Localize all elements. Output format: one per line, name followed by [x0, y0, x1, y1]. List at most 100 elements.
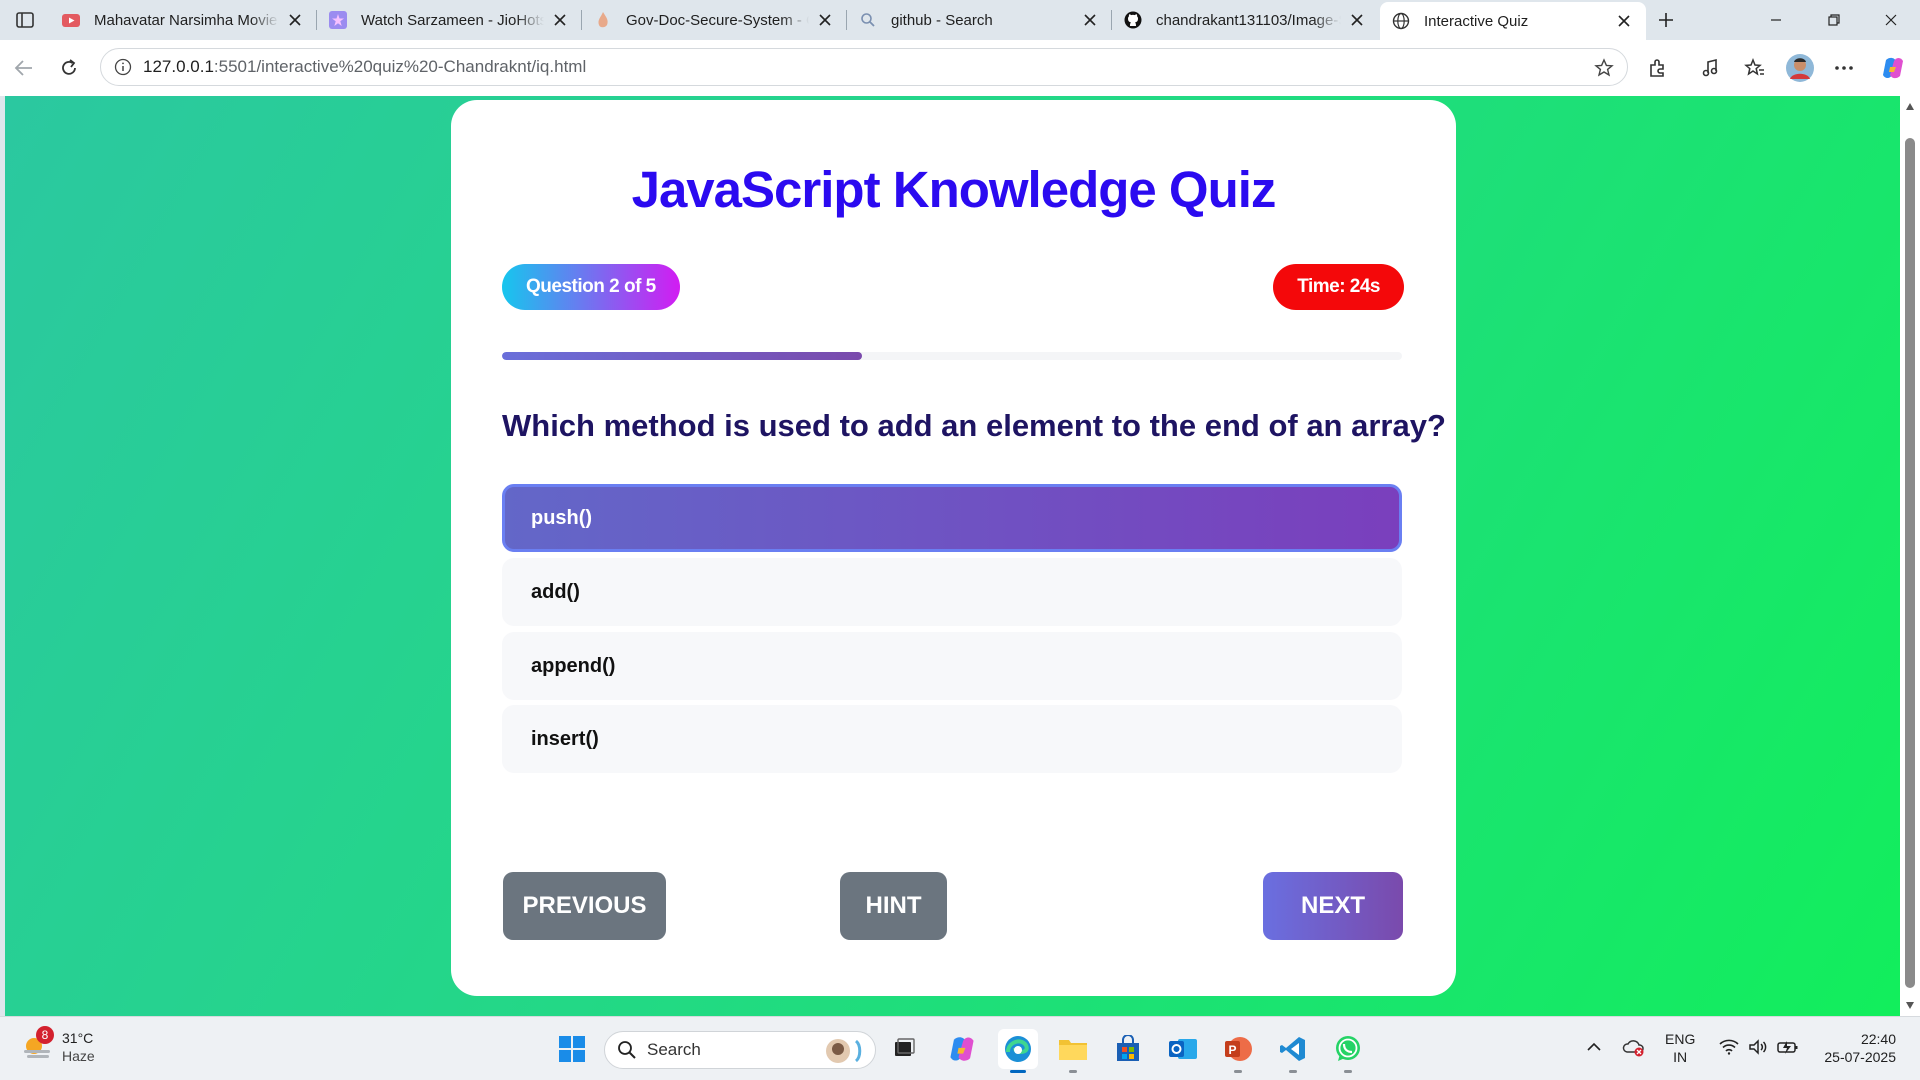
store-button[interactable] — [1108, 1029, 1148, 1069]
read-aloud-button[interactable] — [1695, 52, 1727, 84]
task-view-icon — [895, 1038, 915, 1056]
quiz-title: JavaScript Knowledge Quiz — [631, 161, 1277, 218]
tab-github-repo[interactable]: chandrakant131103/Image-S — [1112, 0, 1379, 40]
question-text: Which method is used to add an element t… — [502, 408, 1446, 443]
copilot-icon — [950, 1037, 974, 1061]
wifi-icon — [1719, 1039, 1739, 1055]
running-indicator — [1069, 1070, 1077, 1073]
close-tab-icon[interactable] — [1080, 10, 1100, 30]
restore-icon — [1828, 14, 1840, 26]
url-host: 127.0.0.1 — [143, 57, 214, 76]
weather-badge: 8 — [36, 1026, 54, 1044]
extensions-button[interactable] — [1642, 52, 1674, 84]
progress-fill — [502, 352, 862, 360]
onedrive-status[interactable] — [1620, 1033, 1648, 1061]
answer-option-add[interactable]: add() — [502, 558, 1402, 626]
claude-icon — [594, 11, 612, 29]
minimize-icon — [1771, 19, 1781, 21]
search-highlight-icon — [826, 1039, 862, 1063]
svg-text:P: P — [1229, 1043, 1237, 1057]
next-button[interactable]: NEXT — [1263, 872, 1403, 940]
close-tab-icon[interactable] — [550, 10, 570, 30]
back-button[interactable] — [8, 52, 40, 84]
windows-icon — [559, 1036, 585, 1062]
chevron-up-icon — [1587, 1042, 1601, 1051]
page-scrollbar[interactable] — [1900, 96, 1920, 1016]
tab-github-search[interactable]: github - Search — [847, 0, 1112, 40]
tab-jiohotstar[interactable]: Watch Sarzameen - JioHotstar — [317, 0, 582, 40]
language-code: ENG — [1665, 1031, 1696, 1047]
tab-title: Interactive Quiz — [1424, 12, 1529, 30]
close-tab-icon[interactable] — [1614, 11, 1634, 31]
running-indicator — [1344, 1070, 1352, 1073]
close-tab-icon[interactable] — [1347, 10, 1367, 30]
quick-settings[interactable] — [1714, 1033, 1804, 1061]
question-counter: Question 2 of 5 — [502, 264, 680, 310]
powerpoint-icon: P — [1225, 1037, 1252, 1061]
previous-button[interactable]: PREVIOUS — [503, 872, 666, 940]
close-tab-icon[interactable] — [815, 10, 835, 30]
globe-icon — [1392, 12, 1410, 30]
vscode-button[interactable] — [1273, 1029, 1313, 1073]
site-info-icon[interactable] — [113, 57, 133, 77]
answer-option-push[interactable]: push() — [502, 484, 1402, 552]
start-button[interactable] — [552, 1029, 592, 1069]
task-view-button[interactable] — [884, 1029, 924, 1069]
plus-icon — [1659, 13, 1673, 27]
answer-option-append[interactable]: append() — [502, 632, 1402, 700]
tab-interactive-quiz[interactable]: Interactive Quiz — [1380, 2, 1646, 40]
vscode-icon — [1280, 1037, 1305, 1061]
answer-option-insert[interactable]: insert() — [502, 705, 1402, 773]
close-window-button[interactable] — [1862, 0, 1920, 40]
url-bar[interactable]: 127.0.0.1:5501/interactive%20quiz%20-Cha… — [100, 48, 1628, 86]
copilot-icon — [1883, 57, 1903, 79]
clock[interactable]: 22:40 25-07-2025 — [1808, 1030, 1896, 1066]
show-hidden-icons-button[interactable] — [1582, 1033, 1606, 1061]
tab-title: github - Search — [891, 11, 993, 29]
scrollbar-thumb[interactable] — [1905, 138, 1915, 988]
minimize-button[interactable] — [1747, 0, 1805, 40]
copilot-app-button[interactable] — [942, 1029, 982, 1069]
reload-button[interactable] — [53, 52, 85, 84]
reload-icon — [62, 59, 76, 75]
back-arrow-icon — [14, 60, 32, 76]
search-icon — [618, 1041, 636, 1059]
outlook-button[interactable] — [1163, 1029, 1203, 1069]
url-path: :5501/interactive%20quiz%20-Chandraknt/i… — [213, 57, 587, 76]
language-indicator[interactable]: ENG IN — [1665, 1030, 1695, 1066]
whatsapp-icon — [1336, 1036, 1360, 1061]
copilot-button[interactable] — [1877, 52, 1909, 84]
temperature: 31°C — [62, 1030, 94, 1046]
close-tab-icon[interactable] — [285, 10, 305, 30]
edge-app-button[interactable] — [998, 1029, 1038, 1073]
timer-badge: Time: 24s — [1273, 264, 1404, 310]
quiz-card: JavaScript Knowledge Quiz Question 2 of … — [451, 100, 1456, 996]
weather-widget[interactable]: 8 31°C Haze — [20, 1026, 95, 1065]
powerpoint-button[interactable]: P — [1218, 1029, 1258, 1073]
clock-date: 25-07-2025 — [1824, 1049, 1896, 1065]
file-explorer-button[interactable] — [1053, 1029, 1093, 1073]
volume-icon — [1749, 1039, 1767, 1055]
avatar-icon — [1786, 54, 1814, 82]
folder-icon — [1059, 1040, 1087, 1060]
favorites-button[interactable] — [1739, 52, 1771, 84]
tab-actions-icon[interactable] — [10, 8, 40, 32]
tab-claude[interactable]: Gov-Doc-Secure-System - Cl — [582, 0, 847, 40]
edge-icon — [1005, 1036, 1031, 1062]
hint-button[interactable]: HINT — [840, 872, 947, 940]
store-icon — [1117, 1035, 1139, 1061]
search-label: Search — [647, 1040, 701, 1059]
new-tab-button[interactable] — [1652, 6, 1680, 34]
restore-button[interactable] — [1805, 0, 1863, 40]
page-viewport: JavaScript Knowledge Quiz Question 2 of … — [5, 96, 1900, 1016]
more-options-button[interactable] — [1828, 52, 1860, 84]
tab-title: Mahavatar Narsimha Movie — [94, 11, 278, 29]
taskbar-search[interactable]: Search — [604, 1031, 876, 1069]
whatsapp-button[interactable] — [1328, 1029, 1368, 1073]
profile-avatar[interactable] — [1784, 52, 1816, 84]
extensions-icon — [1650, 59, 1664, 77]
favorites-icon — [1744, 57, 1764, 76]
address-toolbar: 127.0.0.1:5501/interactive%20quiz%20-Cha… — [0, 40, 1920, 96]
favorite-star-icon[interactable] — [1593, 57, 1615, 79]
tab-youtube[interactable]: Mahavatar Narsimha Movie — [50, 0, 317, 40]
